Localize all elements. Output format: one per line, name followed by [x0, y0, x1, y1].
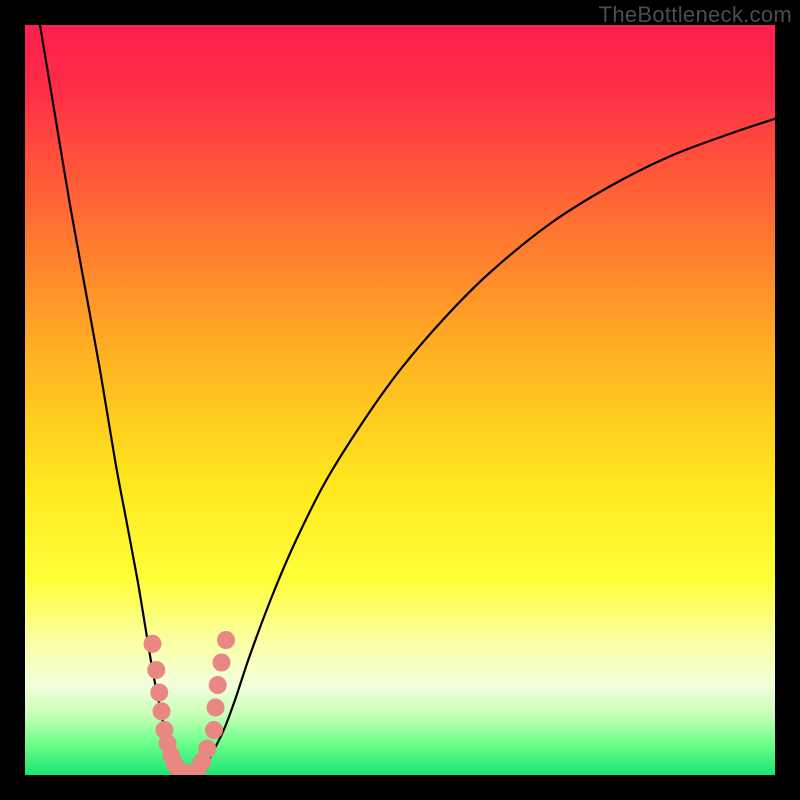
curve-marker [207, 699, 225, 717]
curve-marker [209, 676, 227, 694]
curve-marker [217, 631, 235, 649]
curve-marker [198, 740, 216, 758]
curve-marker [213, 654, 231, 672]
chart-plot [25, 25, 775, 775]
gradient-background [25, 25, 775, 775]
curve-marker [147, 661, 165, 679]
curve-marker [144, 635, 162, 653]
curve-marker [205, 721, 223, 739]
chart-frame: TheBottleneck.com [0, 0, 800, 800]
curve-marker [150, 684, 168, 702]
curve-marker [153, 702, 171, 720]
